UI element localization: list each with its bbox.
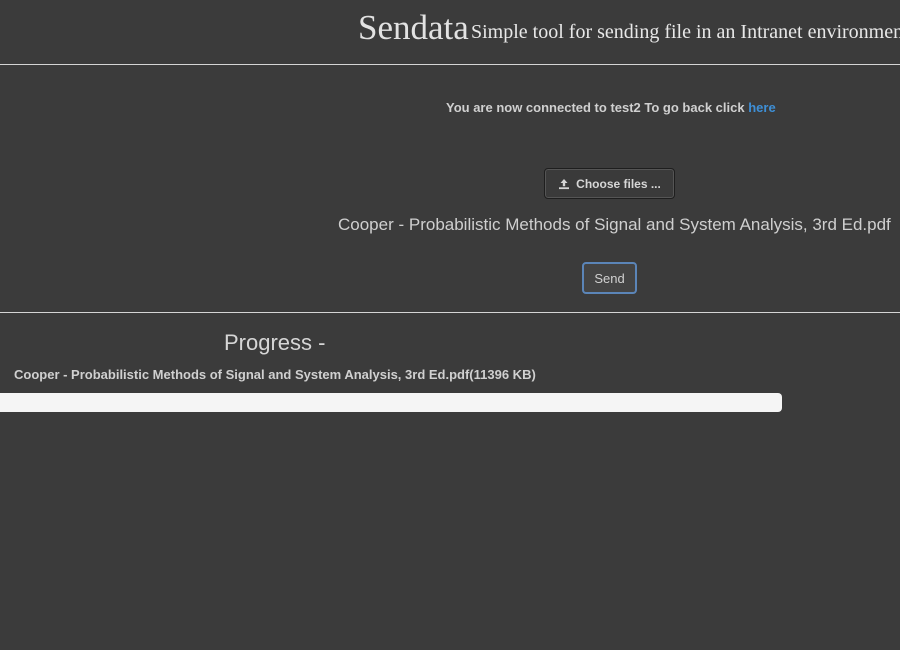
header: Sendata Simple tool for sending file in … (0, 0, 900, 64)
header-divider (0, 64, 900, 65)
choose-files-label: Choose files ... (576, 176, 661, 191)
page: Sendata Simple tool for sending file in … (0, 0, 900, 650)
app-title: Sendata (358, 8, 469, 47)
send-button[interactable]: Send (582, 262, 637, 294)
progress-file-label: Cooper - Probabilistic Methods of Signal… (14, 367, 536, 382)
progress-bar (0, 393, 782, 412)
go-back-link[interactable]: here (748, 100, 775, 115)
choose-files-button[interactable]: Choose files ... (544, 168, 675, 199)
connection-status: You are now connected to test2 To go bac… (446, 100, 776, 115)
section-divider (0, 312, 900, 313)
upload-icon (559, 178, 570, 189)
progress-title: Progress - (224, 330, 326, 355)
connection-message: You are now connected to test2 To go bac… (446, 100, 745, 115)
selected-file-name: Cooper - Probabilistic Methods of Signal… (338, 215, 891, 234)
app-subtitle: Simple tool for sending file in an Intra… (471, 21, 900, 43)
